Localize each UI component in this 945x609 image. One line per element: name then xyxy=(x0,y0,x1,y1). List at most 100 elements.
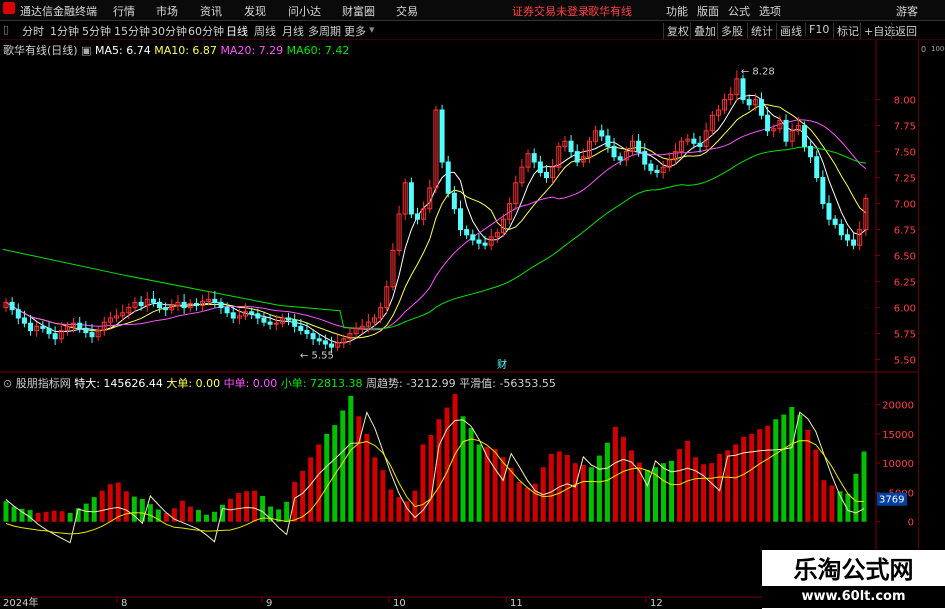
candle-body xyxy=(181,301,187,309)
indicator-bars xyxy=(3,394,867,522)
menu-hangqing[interactable]: 行情 xyxy=(113,3,135,19)
time-tick-label: 12 xyxy=(650,598,663,609)
huaxian-button[interactable]: 画线 xyxy=(776,23,802,39)
chevron-down-icon[interactable]: ▾ xyxy=(369,23,375,36)
indicator-bar xyxy=(460,416,466,522)
indicator-bar xyxy=(244,491,250,522)
price-tick-label: 7.75 xyxy=(894,122,916,133)
main-legend-title: 歌华有线(日线) xyxy=(3,44,78,57)
period-15min[interactable]: 15分钟 xyxy=(114,23,150,39)
candle-body xyxy=(605,135,611,147)
indicator-lines xyxy=(5,410,865,544)
biaoji-button[interactable]: 标记 xyxy=(833,23,859,39)
period-month[interactable]: 月线 xyxy=(282,23,304,39)
add-watchlist-button[interactable]: +自选 xyxy=(860,23,895,39)
sub-tick-label: 20000 xyxy=(882,401,914,412)
f10-button[interactable]: F10 xyxy=(805,23,829,36)
candle-body xyxy=(783,119,789,142)
indicator-bar xyxy=(476,444,482,522)
menu-gongneng[interactable]: 功能 xyxy=(666,3,688,19)
menu-wenxiaoda[interactable]: 问小达 xyxy=(288,3,321,19)
candle-body xyxy=(808,145,814,158)
menu-zixun[interactable]: 资讯 xyxy=(200,3,222,19)
period-30min[interactable]: 30分钟 xyxy=(151,23,187,39)
candle-body xyxy=(316,338,322,342)
tongji-button[interactable]: 统计 xyxy=(747,23,773,39)
menu-faxian[interactable]: 发现 xyxy=(244,3,266,19)
indicator-bar xyxy=(436,419,442,522)
sub-legend-menu-icon[interactable]: ⊙ xyxy=(3,377,12,390)
candle-body xyxy=(322,340,328,345)
ma5-label: MA5: 6.74 xyxy=(95,44,151,57)
candle-body xyxy=(329,343,335,348)
candle-body xyxy=(482,242,488,246)
candle-body xyxy=(408,182,414,215)
indicator-bar xyxy=(67,512,73,522)
indicator-bar xyxy=(765,425,771,522)
indicator-bar xyxy=(813,449,819,522)
candle-body xyxy=(451,192,457,210)
menu-banmian[interactable]: 版面 xyxy=(697,3,719,19)
menu-gongshi[interactable]: 公式 xyxy=(728,3,750,19)
period-fenshi[interactable]: 分时 xyxy=(22,23,44,39)
menu-jiaoyi[interactable]: 交易 xyxy=(396,3,418,19)
candle-body xyxy=(765,114,771,132)
indicator-bar xyxy=(107,484,113,522)
menu-shichang[interactable]: 市场 xyxy=(156,3,178,19)
indicator-bar xyxy=(789,406,795,522)
period-week[interactable]: 周线 xyxy=(254,23,276,39)
period-1min[interactable]: 1分钟 xyxy=(50,23,79,39)
indicator-bar xyxy=(797,414,803,522)
toolbar-toggle-icon[interactable]: ▯ xyxy=(3,23,9,36)
indicator-bar xyxy=(805,429,811,522)
menu-xuanxiang[interactable]: 选项 xyxy=(759,3,781,19)
indicator-bar xyxy=(147,504,153,522)
candle-body xyxy=(415,213,421,220)
candle-body xyxy=(89,332,95,338)
sub-legend-title: 股朋指标网 xyxy=(15,377,71,390)
period-5min[interactable]: 5分钟 xyxy=(82,23,111,39)
indicator-bar xyxy=(741,436,747,522)
candle-body xyxy=(476,239,482,244)
indicator-bar xyxy=(701,464,707,522)
candle-body xyxy=(531,153,537,163)
legend-menu-icon[interactable]: ▣ xyxy=(81,44,91,57)
candle-body xyxy=(648,163,654,171)
indicator-bar xyxy=(781,414,787,522)
indicator-bar xyxy=(179,500,185,522)
indicator-bar xyxy=(773,419,779,522)
period-more[interactable]: 更多 xyxy=(344,23,366,39)
candle-body xyxy=(654,169,660,173)
candle-body xyxy=(193,302,199,307)
candle-body xyxy=(212,298,218,303)
indicator-bar xyxy=(580,464,586,522)
indicator-bar xyxy=(211,511,217,522)
indicator-bar xyxy=(733,444,739,522)
guest-label[interactable]: 游客 xyxy=(896,3,918,19)
indicator-bar xyxy=(500,457,506,522)
candle-body xyxy=(9,301,15,311)
period-day[interactable]: 日线 xyxy=(226,23,248,39)
time-tick-label: 10 xyxy=(393,598,406,609)
candle-body xyxy=(267,321,273,325)
kline-chart[interactable]: 8.00 7.75 7.50 7.25 7.00 6.75 6.50 6.25 6.00 5.75… xyxy=(0,40,945,609)
indicator-bar xyxy=(59,511,65,522)
candlesticks xyxy=(3,70,869,354)
period-60min[interactable]: 60分钟 xyxy=(188,23,224,39)
indicator-bar xyxy=(236,493,242,522)
menu-caifuquan[interactable]: 财富圈 xyxy=(342,3,375,19)
fuquan-button[interactable]: 复权 xyxy=(663,23,689,39)
login-notice[interactable]: 证券交易未登录 xyxy=(512,3,589,19)
candle-body xyxy=(758,99,764,116)
indicator-bar xyxy=(693,457,699,522)
watermark: 乐淘公式网 www.60lt.com xyxy=(762,550,945,609)
indicator-bar xyxy=(396,497,402,522)
diejia-button[interactable]: 叠加 xyxy=(690,23,716,39)
price-tick-label: 7.00 xyxy=(894,200,916,211)
back-button[interactable]: 返回 xyxy=(891,23,917,39)
candle-body xyxy=(310,333,316,340)
indicator-bar xyxy=(468,428,474,522)
candle-body xyxy=(138,301,144,307)
period-multi[interactable]: 多周期 xyxy=(308,23,341,39)
duogu-button[interactable]: 多股 xyxy=(717,23,743,39)
